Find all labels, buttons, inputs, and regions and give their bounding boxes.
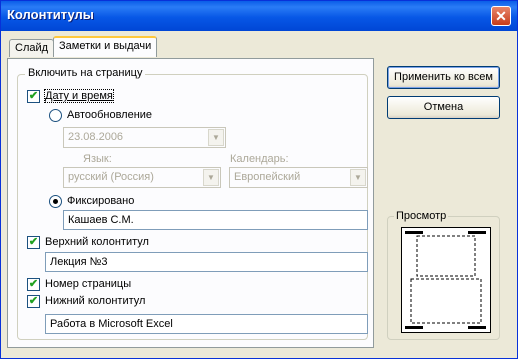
fixed-text-input[interactable]: Кашаев С.М. bbox=[63, 210, 368, 230]
cancel-button[interactable]: Отмена bbox=[387, 96, 500, 119]
date-format-value: 23.08.2006 bbox=[68, 131, 124, 143]
tab-panel: Включить на страницу ✔ Дату и время Авто… bbox=[7, 58, 374, 348]
page-number-label[interactable]: Номер страницы bbox=[45, 278, 131, 290]
header-checkbox[interactable]: ✔ bbox=[27, 236, 40, 249]
calendar-combo[interactable]: Европейский ▼ bbox=[229, 167, 368, 188]
date-time-label[interactable]: Дату и время bbox=[44, 89, 114, 103]
chevron-down-icon[interactable]: ▼ bbox=[208, 129, 224, 146]
preview-thumbnail bbox=[401, 227, 491, 333]
fixed-label[interactable]: Фиксировано bbox=[67, 195, 134, 207]
include-group-label: Включить на страницу bbox=[25, 67, 146, 79]
window-title: Колонтитулы bbox=[7, 7, 94, 22]
language-combo[interactable]: русский (Россия) ▼ bbox=[63, 167, 221, 188]
page-number-checkbox[interactable]: ✔ bbox=[27, 278, 40, 291]
auto-update-radio[interactable] bbox=[49, 109, 62, 122]
preview-header-right bbox=[468, 231, 486, 234]
footer-checkbox[interactable]: ✔ bbox=[27, 295, 40, 308]
close-button[interactable]: ✕ bbox=[491, 6, 511, 26]
language-label: Язык: bbox=[83, 153, 112, 165]
radio-dot bbox=[53, 199, 58, 204]
dialog-window: Колонтитулы ✕ Слайд Заметки и выдачи Вкл… bbox=[0, 0, 518, 359]
preview-header-left bbox=[405, 231, 423, 234]
preview-page bbox=[401, 227, 491, 333]
footer-label[interactable]: Нижний колонтитул bbox=[45, 295, 145, 307]
auto-update-label[interactable]: Автообновление bbox=[67, 109, 152, 121]
footer-text-input[interactable]: Работа в Microsoft Excel bbox=[45, 314, 368, 334]
header-label[interactable]: Верхний колонтитул bbox=[45, 236, 149, 248]
tab-slide[interactable]: Слайд bbox=[9, 39, 55, 57]
preview-footer-left bbox=[405, 326, 423, 329]
date-time-checkbox[interactable]: ✔ bbox=[27, 90, 40, 103]
chevron-down-icon[interactable]: ▼ bbox=[350, 169, 366, 186]
preview-label: Просмотр bbox=[394, 210, 449, 222]
tab-notes-handouts[interactable]: Заметки и выдачи bbox=[53, 36, 158, 57]
chevron-down-icon[interactable]: ▼ bbox=[203, 169, 219, 186]
preview-footer-right bbox=[468, 326, 486, 329]
calendar-label: Календарь: bbox=[230, 153, 289, 165]
fixed-radio[interactable] bbox=[49, 195, 62, 208]
language-value: русский (Россия) bbox=[68, 171, 154, 183]
calendar-value: Европейский bbox=[234, 171, 301, 183]
header-text-input[interactable]: Лекция №3 bbox=[45, 252, 368, 272]
date-format-combo[interactable]: 23.08.2006 ▼ bbox=[63, 127, 226, 148]
title-bar[interactable]: Колонтитулы ✕ bbox=[1, 1, 517, 31]
apply-all-button[interactable]: Применить ко всем bbox=[387, 66, 500, 89]
